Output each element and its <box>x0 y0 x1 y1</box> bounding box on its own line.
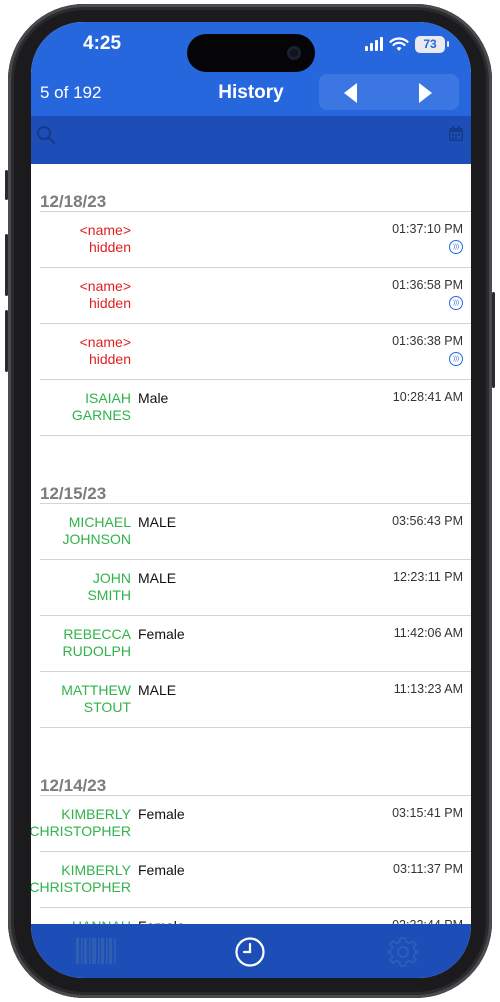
status-icons: 73 <box>365 35 449 53</box>
section-date: 12/15/23 <box>40 484 107 503</box>
tab-history[interactable] <box>201 924 301 978</box>
tab-bar <box>31 924 471 978</box>
scan-name: <name> hidden <box>80 222 131 256</box>
scan-time: 01:36:38 PM <box>392 334 463 348</box>
history-row[interactable]: <name> hidden 01:37:10 PM))) <box>31 212 471 268</box>
calendar-icon[interactable] <box>447 125 465 143</box>
section-header: 12/15/23 <box>31 456 471 504</box>
search-bar <box>31 116 471 164</box>
previous-arrow-icon[interactable] <box>344 83 357 103</box>
nfc-icon: ))) <box>449 240 463 254</box>
battery-level: 73 <box>423 36 437 51</box>
scan-time: 11:42:06 AM <box>393 626 463 640</box>
scan-time: 03:15:41 PM <box>392 806 463 820</box>
first-name: MICHAEL <box>68 514 131 530</box>
first-name: KIMBERLY <box>61 806 131 822</box>
dynamic-island <box>187 34 315 72</box>
gender-label: Female <box>138 626 185 642</box>
scan-name: MICHAEL JOHNSON <box>63 514 131 548</box>
scan-name: ISAIAH GARNES <box>72 390 131 424</box>
scan-time: 01:37:10 PM <box>392 222 463 236</box>
section-date: 12/18/23 <box>40 192 107 211</box>
scan-time: 03:56:43 PM <box>392 514 463 528</box>
first-name: KIMBERLY <box>61 862 131 878</box>
last-name: hidden <box>88 239 131 255</box>
last-name: RUDOLPH <box>62 643 131 659</box>
last-name: hidden <box>88 351 131 367</box>
barcode-icon <box>76 938 116 964</box>
first-name: JOHN <box>92 570 131 586</box>
scan-time: 03:11:37 PM <box>393 862 463 876</box>
scan-time: 12:23:11 PM <box>393 570 463 584</box>
first-name: MATTHEW <box>61 682 131 698</box>
scan-name: KIMBERLY CHRISTOPHER <box>31 862 131 896</box>
tab-scan[interactable] <box>46 924 146 978</box>
scan-time: 01:36:58 PM <box>392 278 463 292</box>
gender-label: Female <box>138 806 185 822</box>
power-button <box>492 292 495 388</box>
history-list[interactable]: 12/18/23 <name> hidden 01:37:10 PM))) <name>… <box>31 164 471 926</box>
gender-label: Female <box>138 862 185 878</box>
scan-name: <name> hidden <box>80 334 131 368</box>
history-row[interactable]: ISAIAH GARNES Male 10:28:41 AM <box>31 380 471 436</box>
history-row[interactable]: MICHAEL JOHNSON MALE 03:56:43 PM <box>31 504 471 560</box>
gear-icon <box>387 937 419 967</box>
gender-label: MALE <box>138 570 177 586</box>
section-header: 12/18/23 <box>31 164 471 212</box>
scan-name: MATTHEW STOUT <box>61 682 131 716</box>
last-name: SMITH <box>87 587 131 603</box>
gender-label: Male <box>138 390 169 406</box>
first-name: ISAIAH <box>85 390 131 406</box>
next-arrow-icon[interactable] <box>419 83 432 103</box>
scan-name: KIMBERLY CHRISTOPHER <box>31 806 131 840</box>
record-pager <box>319 74 459 110</box>
scan-name: JOHN SMITH <box>87 570 131 604</box>
gender-label: MALE <box>138 682 177 698</box>
battery-icon: 73 <box>415 35 449 53</box>
volume-down-button <box>5 310 8 372</box>
last-name: CHRISTOPHER <box>31 879 131 895</box>
search-icon[interactable] <box>36 125 56 145</box>
first-name: <name> <box>79 222 131 238</box>
section-date: 12/14/23 <box>40 776 107 795</box>
divider <box>40 435 471 436</box>
first-name: <name> <box>79 278 131 294</box>
first-name: <name> <box>79 334 131 350</box>
navigation-header: 4:25 73 5 of 192 History <box>31 22 471 116</box>
scan-name: <name> hidden <box>80 278 131 312</box>
nfc-icon: ))) <box>449 352 463 366</box>
clock-icon <box>235 937 265 967</box>
last-name: hidden <box>88 295 131 311</box>
history-row[interactable]: KIMBERLY CHRISTOPHER Female 03:15:41 PM <box>31 796 471 852</box>
history-row[interactable]: MATTHEW STOUT MALE 11:13:23 AM <box>31 672 471 728</box>
history-row[interactable]: <name> hidden 01:36:58 PM))) <box>31 268 471 324</box>
silent-switch <box>5 170 8 200</box>
wifi-icon <box>389 36 409 51</box>
last-name: JOHNSON <box>62 531 131 547</box>
history-row[interactable]: KIMBERLY CHRISTOPHER Female 03:11:37 PM <box>31 852 471 908</box>
history-row[interactable]: <name> hidden 01:36:38 PM))) <box>31 324 471 380</box>
history-row[interactable]: REBECCA RUDOLPH Female 11:42:06 AM <box>31 616 471 672</box>
last-name: STOUT <box>83 699 131 715</box>
first-name: REBECCA <box>63 626 131 642</box>
signal-icon <box>365 37 383 51</box>
section-header: 12/14/23 <box>31 748 471 796</box>
volume-up-button <box>5 234 8 296</box>
tab-settings[interactable] <box>351 924 451 978</box>
last-name: GARNES <box>71 407 131 423</box>
camera-icon <box>287 46 301 60</box>
gender-label: MALE <box>138 514 177 530</box>
nfc-icon: ))) <box>449 296 463 310</box>
screen: 4:25 73 5 of 192 History 12/18/23 <name>… <box>31 22 471 978</box>
scan-name: REBECCA RUDOLPH <box>63 626 131 660</box>
divider <box>40 727 471 728</box>
status-time: 4:25 <box>83 33 122 54</box>
history-row[interactable]: JOHN SMITH MALE 12:23:11 PM <box>31 560 471 616</box>
last-name: CHRISTOPHER <box>31 823 131 839</box>
scan-time: 11:13:23 AM <box>393 682 463 696</box>
scan-time: 10:28:41 AM <box>392 390 463 404</box>
